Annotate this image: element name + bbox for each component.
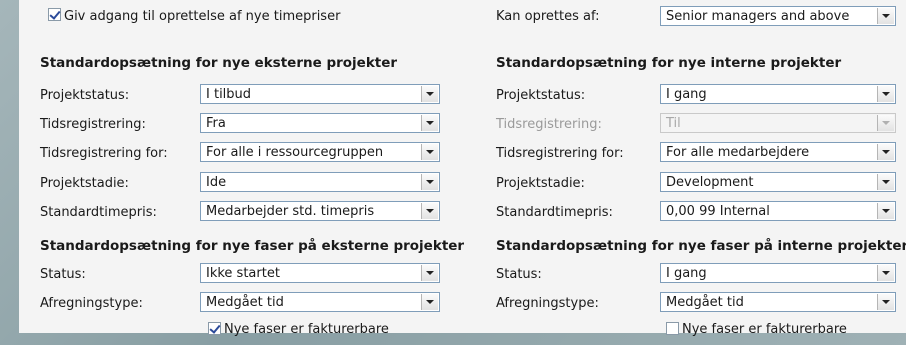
chevron-down-icon[interactable] xyxy=(421,115,438,131)
ext-phase-status-label: Status: xyxy=(40,267,86,282)
chevron-down-icon[interactable] xyxy=(421,203,438,219)
internal-phases-heading: Standardopsætning for nye faser på inter… xyxy=(496,238,906,254)
chevron-down-icon[interactable] xyxy=(877,144,894,160)
ext-phases-billable-checkbox[interactable] xyxy=(208,322,221,335)
int-phase-status-value: I gang xyxy=(666,266,707,281)
int-time-registration-for-value: For alle medarbejdere xyxy=(666,145,810,160)
ext-billing-type-select[interactable]: Medgået tid xyxy=(200,292,440,312)
created-by-label: Kan oprettes af: xyxy=(496,9,600,24)
external-phases-heading: Standardopsætning for nye faser på ekste… xyxy=(40,238,465,254)
int-time-registration-for-select[interactable]: For alle medarbejdere xyxy=(660,142,896,162)
chevron-down-icon[interactable] xyxy=(421,86,438,102)
chevron-down-icon[interactable] xyxy=(877,203,894,219)
int-project-stage-value: Development xyxy=(666,175,754,190)
int-time-registration-label: Tidsregistrering: xyxy=(496,117,602,132)
ext-project-status-label: Projektstatus: xyxy=(40,88,130,103)
ext-project-status-select[interactable]: I tilbud xyxy=(200,84,440,104)
ext-project-stage-value: Ide xyxy=(206,175,227,190)
int-time-registration-for-label: Tidsregistrering for: xyxy=(496,146,624,161)
int-phases-billable-checkbox[interactable] xyxy=(666,322,679,335)
chevron-down-icon[interactable] xyxy=(877,174,894,190)
ext-project-status-value: I tilbud xyxy=(206,87,252,102)
int-phase-status-label: Status: xyxy=(496,267,542,282)
chevron-down-icon[interactable] xyxy=(421,294,438,310)
int-project-status-label: Projektstatus: xyxy=(496,88,586,103)
external-projects-heading: Standardopsætning for nye eksterne proje… xyxy=(40,55,398,71)
ext-project-stage-label: Projektstadie: xyxy=(40,176,129,191)
chevron-down-icon[interactable] xyxy=(421,265,438,281)
ext-phase-status-value: Ikke startet xyxy=(206,266,280,281)
ext-standard-rate-select[interactable]: Medarbejder std. timepris xyxy=(200,201,440,221)
ext-project-stage-select[interactable]: Ide xyxy=(200,172,440,192)
ext-time-registration-select[interactable]: Fra xyxy=(200,113,440,133)
int-standard-rate-select[interactable]: 0,00 99 Internal xyxy=(660,201,896,221)
ext-time-registration-label: Tidsregistrering: xyxy=(40,117,146,132)
int-project-status-select[interactable]: I gang xyxy=(660,84,896,104)
ext-time-registration-for-select[interactable]: For alle i ressourcegruppen xyxy=(200,142,440,162)
allow-new-rates-label: Giv adgang til oprettelse af nye timepri… xyxy=(64,9,341,24)
ext-time-registration-for-value: For alle i ressourcegruppen xyxy=(206,145,384,160)
settings-panel: Giv adgang til oprettelse af nye timepri… xyxy=(19,0,906,337)
ext-billing-type-label: Afregningstype: xyxy=(40,296,143,311)
int-time-registration-select: Til xyxy=(660,113,896,133)
int-billing-type-select[interactable]: Medgået tid xyxy=(660,292,896,312)
ext-time-registration-for-label: Tidsregistrering for: xyxy=(40,146,168,161)
int-phase-status-select[interactable]: I gang xyxy=(660,263,896,283)
int-phases-billable-label: Nye faser er fakturerbare xyxy=(682,322,847,337)
int-billing-type-label: Afregningstype: xyxy=(496,296,599,311)
chevron-down-icon[interactable] xyxy=(421,174,438,190)
internal-projects-heading: Standardopsætning for nye interne projek… xyxy=(496,55,842,71)
created-by-select[interactable]: Senior managers and above xyxy=(660,6,896,26)
chevron-down-icon xyxy=(877,115,894,131)
chevron-down-icon[interactable] xyxy=(877,294,894,310)
chevron-down-icon[interactable] xyxy=(421,144,438,160)
int-project-status-value: I gang xyxy=(666,87,707,102)
ext-billing-type-value: Medgået tid xyxy=(206,295,284,310)
int-time-registration-value: Til xyxy=(666,116,681,131)
int-standard-rate-value: 0,00 99 Internal xyxy=(666,204,770,219)
ext-standard-rate-value: Medarbejder std. timepris xyxy=(206,204,375,219)
allow-new-rates-checkbox[interactable] xyxy=(48,8,61,21)
ext-standard-rate-label: Standardtimepris: xyxy=(40,205,157,220)
int-project-stage-select[interactable]: Development xyxy=(660,172,896,192)
chevron-down-icon[interactable] xyxy=(877,265,894,281)
chevron-down-icon[interactable] xyxy=(877,8,894,24)
int-standard-rate-label: Standardtimepris: xyxy=(496,205,613,220)
int-project-stage-label: Projektstadie: xyxy=(496,176,585,191)
ext-phases-billable-label: Nye faser er fakturerbare xyxy=(224,322,389,337)
int-billing-type-value: Medgået tid xyxy=(666,295,744,310)
ext-time-registration-value: Fra xyxy=(206,116,226,131)
ext-phase-status-select[interactable]: Ikke startet xyxy=(200,263,440,283)
created-by-value: Senior managers and above xyxy=(666,9,850,24)
chevron-down-icon[interactable] xyxy=(877,86,894,102)
